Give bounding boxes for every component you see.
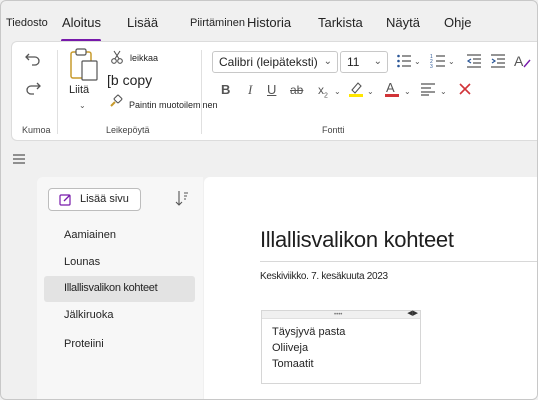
note-container-handle[interactable]: •••• ◀▶ — [262, 310, 420, 319]
navigation-menu-icon[interactable] — [13, 151, 25, 169]
chevron-down-icon[interactable]: ⌄ — [440, 87, 447, 96]
strikethrough-icon[interactable]: ab — [290, 83, 303, 97]
svg-text:A: A — [386, 80, 395, 95]
bold-icon[interactable]: B — [221, 82, 230, 97]
resize-arrows-icon[interactable]: ◀▶ — [407, 310, 418, 318]
undo-group-label: Kumoa — [22, 125, 51, 135]
chevron-down-icon[interactable]: ⌄ — [448, 57, 455, 66]
font-name-dropdown[interactable]: Calibri (leipäteksti) ⌄ — [212, 51, 338, 73]
italic-icon[interactable]: I — [248, 82, 252, 98]
format-painter-icon[interactable] — [109, 94, 123, 108]
svg-text:3: 3 — [430, 64, 433, 69]
tab-help[interactable]: Ohje — [444, 15, 471, 30]
page-item-lunch[interactable]: Lounas — [44, 250, 195, 276]
menu-tabs: Tiedosto Aloitus Lisää Piirtäminen Histo… — [1, 9, 537, 42]
chevron-down-icon: ⌄ — [323, 56, 332, 67]
ribbon: Kumoa Liitä ⌄ leikkaa [b copy Paintin mu… — [11, 41, 537, 141]
paste-dropdown-chevron-icon[interactable]: ⌄ — [79, 101, 86, 110]
undo-icon[interactable] — [24, 50, 42, 68]
format-painter-button[interactable]: Paintin muotoileminen — [129, 100, 218, 110]
underline-icon[interactable]: U — [267, 82, 276, 97]
add-page-button[interactable]: Lisää sivu — [48, 188, 141, 211]
redo-icon[interactable] — [24, 79, 42, 97]
svg-text:A: A — [514, 53, 524, 69]
tab-history[interactable]: Historia — [247, 15, 291, 30]
note-line[interactable]: Täysjyvä pasta — [272, 326, 345, 338]
tab-view[interactable]: Näytä — [386, 15, 420, 30]
chevron-down-icon[interactable]: ⌄ — [334, 87, 341, 96]
note-container[interactable]: •••• ◀▶ Täysjyvä pasta Oliiveja Tomaatit — [261, 310, 421, 384]
copy-button[interactable]: [b copy — [107, 72, 152, 88]
drag-handle-icon[interactable]: •••• — [334, 312, 342, 318]
page-item-dinner-menu[interactable]: Illallisvalikon kohteet — [44, 276, 195, 302]
tab-home[interactable]: Aloitus — [62, 15, 101, 30]
sort-icon[interactable] — [175, 190, 189, 211]
font-size-dropdown[interactable]: 11 ⌄ — [340, 51, 388, 73]
bullet-list-icon[interactable] — [396, 53, 412, 69]
note-line[interactable]: Oliiveja — [272, 342, 308, 354]
add-page-label: Lisää sivu — [80, 193, 129, 205]
group-divider — [201, 50, 202, 134]
page-item-label: Aamiainen — [64, 229, 116, 241]
page-item-protein[interactable]: Proteiini — [44, 332, 195, 358]
title-underline — [260, 261, 537, 262]
scissors-icon[interactable] — [110, 50, 124, 64]
tab-file[interactable]: Tiedosto — [6, 17, 48, 29]
font-name-value: Calibri (leipäteksti) — [219, 55, 318, 69]
page-item-label: Illallisvalikon kohteet — [64, 282, 158, 294]
font-group-label: Fontti — [322, 125, 345, 135]
subscript-icon[interactable]: x2 — [318, 83, 328, 99]
increase-indent-icon[interactable] — [490, 53, 506, 69]
paste-button-label[interactable]: Liitä — [69, 84, 89, 96]
chevron-down-icon: ⌄ — [373, 56, 382, 67]
page-item-breakfast[interactable]: Aamiainen — [44, 223, 195, 249]
app-window: Tiedosto Aloitus Lisää Piirtäminen Histo… — [0, 0, 538, 400]
page-item-label: Lounas — [64, 256, 101, 268]
group-divider — [57, 50, 58, 134]
align-icon[interactable] — [420, 82, 436, 96]
page-date: Keskiviikko. 7. kesäkuuta 2023 — [260, 271, 388, 282]
styles-icon[interactable]: A — [514, 52, 532, 70]
numbered-list-icon[interactable]: 123 — [430, 53, 446, 69]
page-item-dessert[interactable]: Jälkiruoka — [44, 303, 195, 329]
clear-formatting-icon[interactable] — [458, 82, 472, 96]
page-title[interactable]: Illallisvalikon kohteet — [260, 227, 454, 253]
clipboard-group-label: Leikepöytä — [106, 125, 150, 135]
page-item-label: Proteiini — [64, 338, 104, 350]
chevron-down-icon[interactable]: ⌄ — [404, 87, 411, 96]
pages-panel: Lisää sivu Aamiainen Lounas Illallisvali… — [37, 177, 203, 399]
font-size-value: 11 — [347, 55, 360, 69]
highlight-icon[interactable] — [348, 80, 364, 98]
decrease-indent-icon[interactable] — [466, 53, 482, 69]
tab-review[interactable]: Tarkista — [318, 15, 363, 30]
add-page-icon — [59, 193, 72, 206]
tab-draw[interactable]: Piirtäminen — [190, 17, 245, 29]
page-canvas[interactable]: Illallisvalikon kohteet Keskiviikko. 7. … — [204, 177, 537, 399]
page-item-label: Jälkiruoka — [64, 309, 114, 321]
font-color-icon[interactable]: A — [384, 80, 400, 98]
chevron-down-icon[interactable]: ⌄ — [367, 87, 374, 96]
chevron-down-icon[interactable]: ⌄ — [414, 57, 421, 66]
note-line[interactable]: Tomaatit — [272, 358, 314, 370]
paste-icon[interactable] — [68, 48, 100, 82]
cut-button[interactable]: leikkaa — [130, 53, 158, 63]
tab-insert[interactable]: Lisää — [127, 15, 158, 30]
